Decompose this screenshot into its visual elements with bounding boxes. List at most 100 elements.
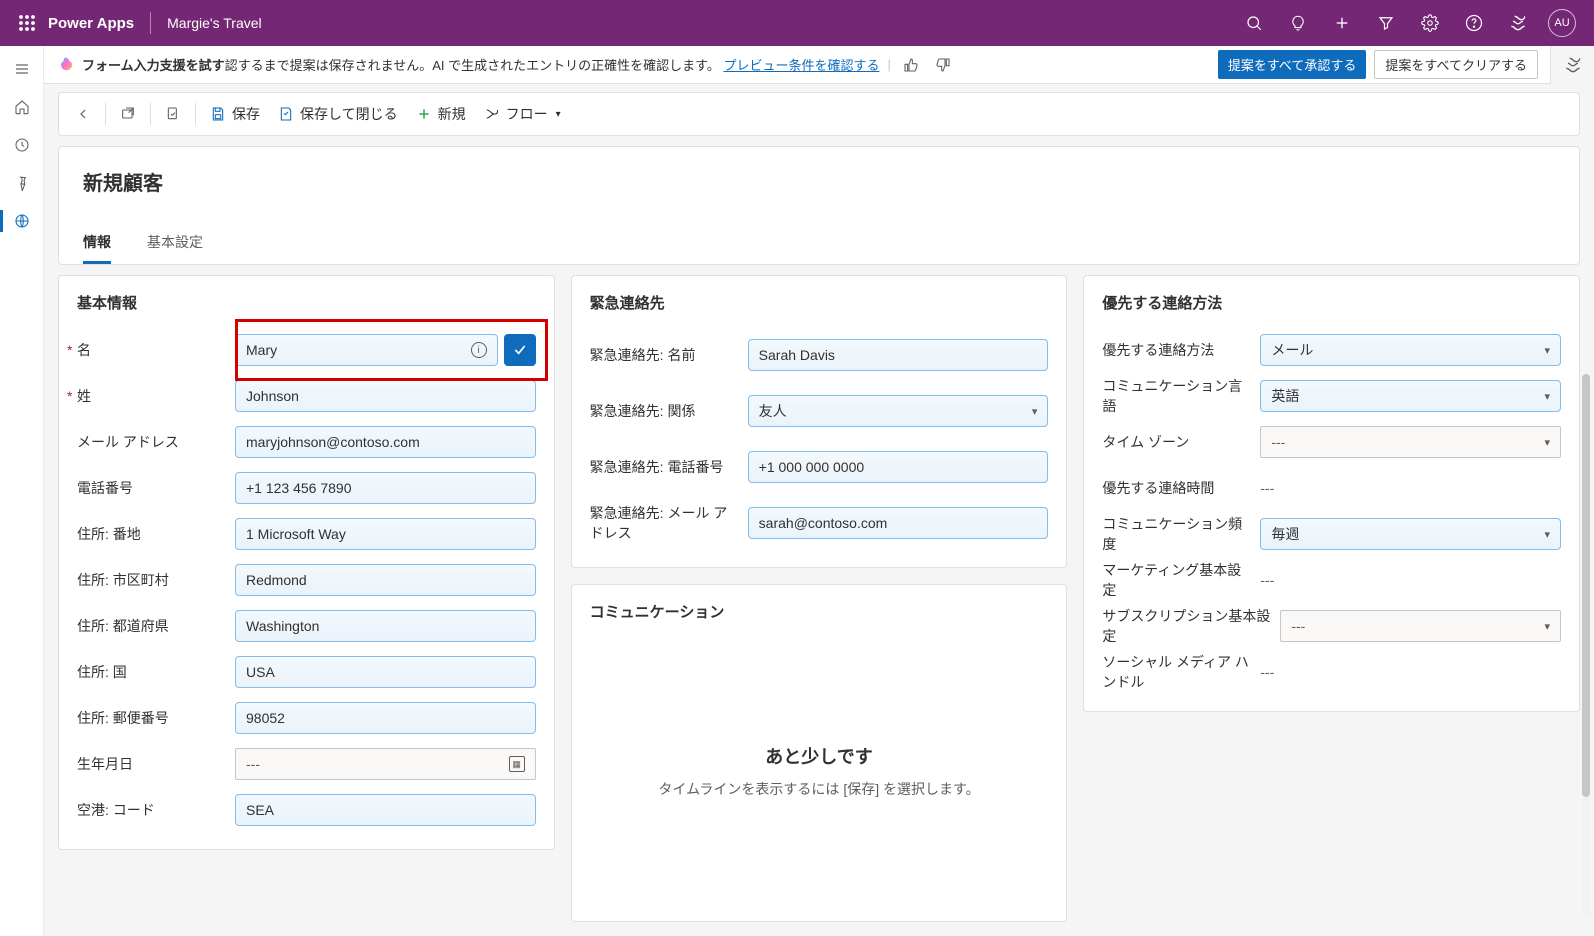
copilot-icon[interactable] <box>1496 0 1540 46</box>
save-close-button[interactable]: 保存して閉じる <box>270 98 406 130</box>
select-ec-rel[interactable]: 友人▾ <box>748 395 1049 427</box>
ai-preview-link[interactable]: プレビュー条件を確認する <box>723 58 879 73</box>
label-ec-name: 緊急連絡先: 名前 <box>590 345 740 365</box>
label-pref-subscription: サブスクリプション基本設定 <box>1102 606 1272 646</box>
label-pref-marketing: マーケティング基本設定 <box>1102 560 1252 600</box>
left-nav-rail <box>0 46 44 936</box>
timeline-empty-sub: タイムラインを表示するには [保存] を選択します。 <box>658 779 979 799</box>
copilot-panel-toggle[interactable] <box>1550 46 1594 84</box>
input-ec-phone[interactable]: +1 000 000 0000 <box>748 451 1049 483</box>
section-title: 緊急連絡先 <box>590 292 1049 313</box>
user-avatar[interactable]: AU <box>1540 0 1584 46</box>
tab-preferences[interactable]: 基本設定 <box>147 224 203 264</box>
input-addr-city[interactable]: Redmond <box>235 564 536 596</box>
calendar-icon[interactable]: ▦ <box>509 756 525 772</box>
input-airport[interactable]: SEA <box>235 794 536 826</box>
input-addr-zip[interactable]: 98052 <box>235 702 536 734</box>
save-button[interactable]: 保存 <box>202 98 268 130</box>
timeline-empty-title: あと少しです <box>765 743 872 769</box>
page-title: 新規顧客 <box>83 167 1555 196</box>
value-pref-social: --- <box>1260 660 1561 684</box>
select-pref-subscription[interactable]: ---▾ <box>1280 610 1561 642</box>
open-new-window-button[interactable] <box>112 100 144 128</box>
select-pref-language[interactable]: 英語▾ <box>1260 380 1561 412</box>
copilot-glyph-icon <box>56 56 74 74</box>
label-email: メール アドレス <box>77 432 227 452</box>
label-phone: 電話番号 <box>77 478 227 498</box>
input-ec-name[interactable]: Sarah Davis <box>748 339 1049 371</box>
app-name: Margie's Travel <box>167 15 261 31</box>
ai-bar-title: フォーム入力支援を試す <box>82 58 225 73</box>
info-icon[interactable]: i <box>471 342 487 358</box>
label-addr-state: 住所: 都道府県 <box>77 616 227 636</box>
value-pref-marketing: --- <box>1260 568 1561 592</box>
pin-icon[interactable] <box>0 166 44 200</box>
recent-icon[interactable] <box>0 128 44 162</box>
select-pref-freq[interactable]: 毎週▾ <box>1260 518 1561 550</box>
label-pref-freq: コミュニケーション頻度 <box>1102 514 1252 554</box>
flow-button[interactable]: フロー▾ <box>476 98 569 130</box>
apply-changes-button[interactable] <box>157 100 189 128</box>
label-airport: 空港: コード <box>77 800 227 820</box>
help-icon[interactable] <box>1452 0 1496 46</box>
search-icon[interactable] <box>1232 0 1276 46</box>
input-phone[interactable]: +1 123 456 7890 <box>235 472 536 504</box>
value-pref-time: --- <box>1260 476 1561 500</box>
label-addr-street: 住所: 番地 <box>77 524 227 544</box>
input-email[interactable]: maryjohnson@contoso.com <box>235 426 536 458</box>
label-ec-email: 緊急連絡先: メール アドレス <box>590 503 740 543</box>
app-launcher-icon[interactable] <box>10 6 44 40</box>
home-icon[interactable] <box>0 90 44 124</box>
thumbs-up-icon[interactable] <box>899 53 923 77</box>
scrollbar[interactable] <box>1582 374 1590 916</box>
accept-all-button[interactable]: 提案をすべて承認する <box>1218 50 1367 79</box>
section-title: 優先する連絡方法 <box>1102 292 1561 313</box>
label-pref-method: 優先する連絡方法 <box>1102 340 1252 360</box>
label-pref-language: コミュニケーション言語 <box>1102 376 1252 416</box>
brand-name: Power Apps <box>48 15 134 32</box>
label-dob: 生年月日 <box>77 754 227 774</box>
ai-bar-message: 認するまで提案は保存されません。AI で生成されたエントリの正確性を確認します。 <box>225 58 720 73</box>
label-ec-rel: 緊急連絡先: 関係 <box>590 401 740 421</box>
filter-icon[interactable] <box>1364 0 1408 46</box>
label-pref-timezone: タイム ゾーン <box>1102 432 1252 452</box>
label-pref-social: ソーシャル メディア ハンドル <box>1102 652 1252 692</box>
top-bar: Power Apps Margie's Travel AU <box>0 0 1594 46</box>
label-pref-time: 優先する連絡時間 <box>1102 478 1252 498</box>
new-button[interactable]: 新規 <box>408 98 474 130</box>
input-ec-email[interactable]: sarah@contoso.com <box>748 507 1049 539</box>
label-addr-country: 住所: 国 <box>77 662 227 682</box>
command-bar: 保存 保存して閉じる 新規 フロー▾ <box>58 92 1580 136</box>
section-title: コミュニケーション <box>590 601 1049 622</box>
confirm-suggestion-button[interactable] <box>504 334 536 366</box>
divider <box>150 12 151 34</box>
record-header: 新規顧客 情報 基本設定 <box>58 146 1580 265</box>
clear-all-button[interactable]: 提案をすべてクリアする <box>1374 50 1538 79</box>
globe-icon[interactable] <box>0 204 44 238</box>
lightbulb-icon[interactable] <box>1276 0 1320 46</box>
tab-info[interactable]: 情報 <box>83 224 111 264</box>
input-dob[interactable]: ---▦ <box>235 748 536 780</box>
settings-icon[interactable] <box>1408 0 1452 46</box>
section-emergency-contact: 緊急連絡先 緊急連絡先: 名前Sarah Davis 緊急連絡先: 関係友人▾ … <box>571 275 1068 568</box>
input-last-name[interactable]: Johnson <box>235 380 536 412</box>
add-icon[interactable] <box>1320 0 1364 46</box>
select-pref-timezone[interactable]: ---▾ <box>1260 426 1561 458</box>
section-communication: コミュニケーション あと少しです タイムラインを表示するには [保存] を選択し… <box>571 584 1068 922</box>
back-button[interactable] <box>67 100 99 128</box>
label-ec-phone: 緊急連絡先: 電話番号 <box>590 457 740 477</box>
label-addr-city: 住所: 市区町村 <box>77 570 227 590</box>
input-first-name[interactable]: Mary i <box>235 334 498 366</box>
section-contact-preferences: 優先する連絡方法 優先する連絡方法メール▾ コミュニケーション言語英語▾ タイム… <box>1083 275 1580 712</box>
label-addr-zip: 住所: 郵便番号 <box>77 708 227 728</box>
input-addr-country[interactable]: USA <box>235 656 536 688</box>
input-addr-state[interactable]: Washington <box>235 610 536 642</box>
thumbs-down-icon[interactable] <box>931 53 955 77</box>
hamburger-icon[interactable] <box>0 52 44 86</box>
select-pref-method[interactable]: メール▾ <box>1260 334 1561 366</box>
label-last-name: 姓 <box>77 386 227 406</box>
section-title: 基本情報 <box>77 292 536 313</box>
input-addr-street[interactable]: 1 Microsoft Way <box>235 518 536 550</box>
ai-suggestion-bar: フォーム入力支援を試す認するまで提案は保存されません。AI で生成されたエントリ… <box>44 46 1550 84</box>
section-basic-info: 基本情報 名 Mary i <box>58 275 555 850</box>
